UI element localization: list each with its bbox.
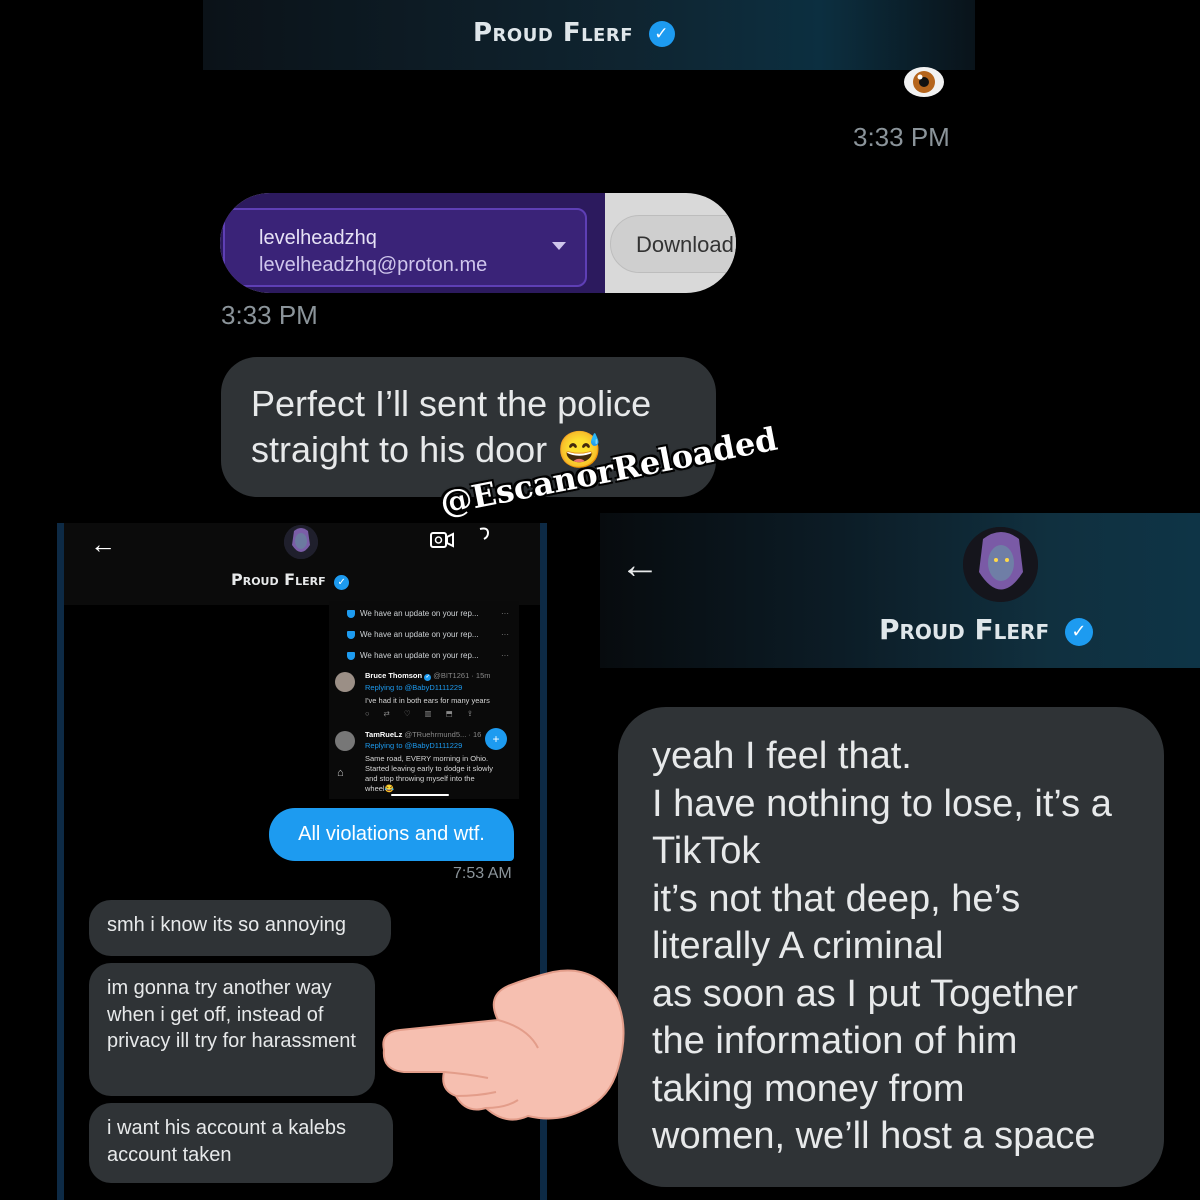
avatar <box>335 731 355 751</box>
chat-header-name-text: Proud Flerf <box>879 613 1050 646</box>
tweet-author-name: TamRueLz <box>365 730 403 739</box>
avatar <box>335 672 355 692</box>
home-indicator <box>391 794 449 796</box>
message-line: literally A criminal <box>652 925 944 967</box>
chevron-down-icon <box>552 242 566 250</box>
message-line: the information of him <box>652 1020 1018 1062</box>
shield-icon <box>347 609 355 618</box>
message-line: TikTok <box>652 830 761 872</box>
email-username: levelheadzhq <box>259 227 377 249</box>
message-line: women, we’ll host a space <box>652 1115 1096 1157</box>
shield-icon <box>347 651 355 660</box>
embedded-notifications-screenshot: We have an update on your rep... ··· We … <box>329 601 519 799</box>
tweet-author: Bruce Thomson ✓ @BIT1261 · 15m <box>365 671 491 681</box>
message-line: taking money from <box>652 1067 965 1110</box>
phone-icon[interactable] <box>476 527 492 552</box>
chat-header-name: Proud Flerf ✓ <box>879 613 1093 646</box>
message-line: it’s not that deep, he’s <box>652 877 1021 920</box>
received-message-bubble: im gonna try another way when i get off,… <box>89 963 375 1096</box>
tweet-text: I've had it in both ears for many years <box>365 696 490 705</box>
timestamp: 7:53 AM <box>453 865 512 882</box>
video-call-icon[interactable] <box>430 531 454 554</box>
tweet-author: TamRueLz @TRuehrmund5... · 16 <box>365 730 481 739</box>
back-arrow-icon[interactable]: ← <box>90 529 116 560</box>
avatar <box>963 527 1038 602</box>
top-header: Proud Flerf ✓ <box>203 0 975 70</box>
notification-text: We have an update on your rep... <box>360 630 479 639</box>
message-line: I have nothing to lose, it’s a <box>652 782 1112 825</box>
verified-badge-icon: ✓ <box>648 21 675 47</box>
chat-header-name: Proud Flerf ✓ <box>231 570 350 590</box>
tweet-text: Same road, EVERY morning in Ohio. <box>365 754 489 763</box>
chat-header: ← Proud Flerf ✓ <box>64 523 540 605</box>
received-message-bubble: i want his account a kalebs account take… <box>89 1103 393 1183</box>
tweet-text: wheel😂 <box>365 784 394 793</box>
email-address: levelheadzhq@proton.me <box>259 254 488 276</box>
verified-badge-icon: ✓ <box>424 674 432 681</box>
shield-icon <box>347 630 355 639</box>
email-attachment-card: levelheadzhq levelheadzhq@proton.me Down… <box>220 193 736 293</box>
notification-row: We have an update on your rep... <box>347 609 479 618</box>
received-message-bubble: yeah I feel that. I have nothing to lose… <box>618 707 1164 1187</box>
notification-text: We have an update on your rep... <box>360 651 479 660</box>
verified-badge-icon: ✓ <box>334 575 350 590</box>
right-chat-header: ← Proud Flerf ✓ <box>600 513 1200 668</box>
tweet-handle: @BIT1261 · 15m <box>433 671 491 680</box>
received-message-bubble: smh i know its so annoying <box>89 900 391 956</box>
top-header-name-text: Proud Flerf <box>473 18 634 48</box>
pointing-left-hand-icon <box>382 969 625 1121</box>
tweet-replying-to: Replying to @BabyD1111229 <box>365 741 463 750</box>
tweet-author-name: Bruce Thomson <box>365 671 423 680</box>
top-header-name: Proud Flerf ✓ <box>473 18 675 48</box>
tweet-actions-icons: ○⇄♡▥⬒⇪ <box>365 709 487 718</box>
timestamp: 3:33 PM <box>853 122 950 152</box>
compose-plus-icon[interactable]: + <box>485 728 507 750</box>
tweet-text: Started leaving early to dodge it slowly <box>365 764 493 773</box>
chat-header-name-text: Proud Flerf <box>231 570 326 589</box>
notification-row: We have an update on your rep... <box>347 630 479 639</box>
notification-text: We have an update on your rep... <box>360 609 479 618</box>
sent-message-bubble: All violations and wtf. <box>269 808 514 861</box>
email-account-select[interactable]: levelheadzhq levelheadzhq@proton.me <box>223 208 587 287</box>
download-button[interactable]: Download <box>610 215 736 273</box>
home-icon[interactable]: ⌂ <box>337 767 344 779</box>
verified-badge-icon: ✓ <box>1064 618 1093 646</box>
more-icon: ··· <box>501 609 509 618</box>
more-icon: ··· <box>501 651 509 660</box>
back-arrow-icon[interactable]: ← <box>620 543 660 588</box>
message-line: as soon as I put Together <box>652 972 1079 1015</box>
eye-emoji-icon <box>904 67 944 97</box>
email-account-panel: levelheadzhq levelheadzhq@proton.me <box>220 193 605 293</box>
message-line: yeah I feel that. <box>652 735 912 777</box>
tweet-handle: @TRuehrmund5... · 16 <box>404 730 482 739</box>
timestamp: 3:33 PM <box>221 300 318 330</box>
tweet-text: and stop throwing myself into the <box>365 774 475 783</box>
avatar <box>284 525 318 559</box>
more-icon: ··· <box>501 630 509 639</box>
notification-row: We have an update on your rep... <box>347 651 479 660</box>
tweet-replying-to: Replying to @BabyD1111229 <box>365 683 463 692</box>
